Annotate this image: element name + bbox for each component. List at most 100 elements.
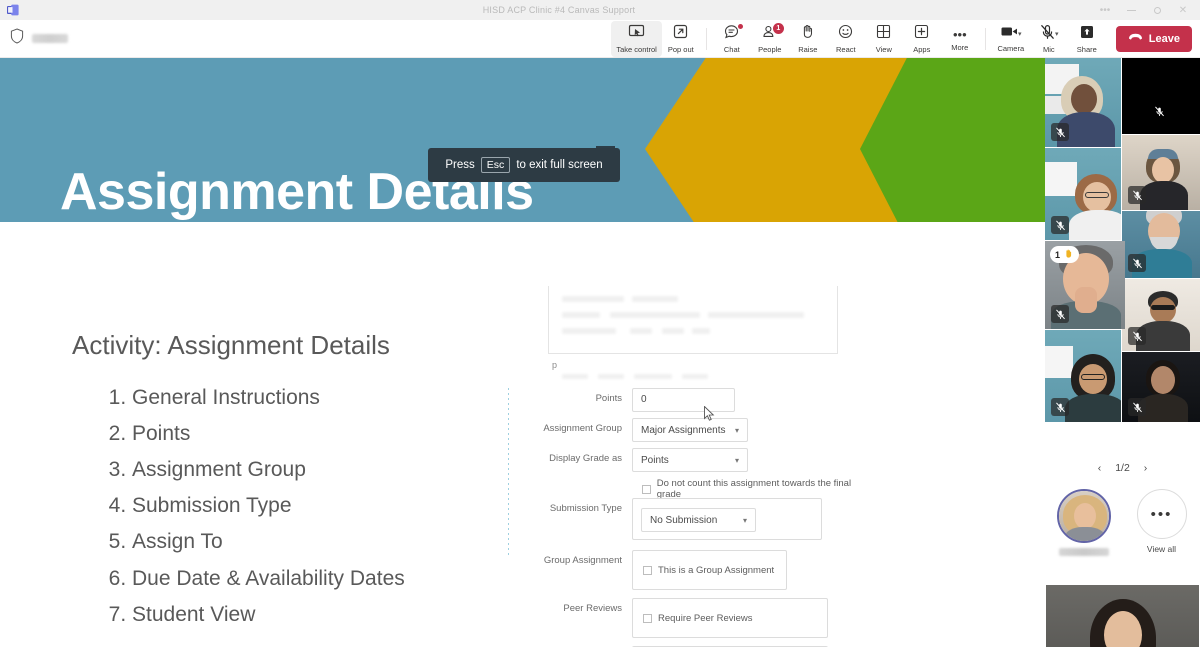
spotlight-video-tile[interactable]: [1046, 585, 1199, 647]
window-maximize-button[interactable]: [1144, 0, 1170, 20]
hand-order-number: 1: [1055, 249, 1061, 260]
exit-fullscreen-prefix: Press: [445, 159, 475, 171]
dotted-divider: [508, 388, 509, 556]
exit-fullscreen-suffix: to exit full screen: [516, 159, 603, 171]
group-assignment-checkbox[interactable]: This is a Group Assignment: [643, 565, 774, 576]
roster-participant[interactable]: [1053, 489, 1115, 556]
avatar[interactable]: [1056, 489, 1111, 543]
chevron-down-icon: ▾: [734, 425, 739, 435]
checkbox-icon[interactable]: [643, 613, 652, 623]
video-tile-participant-7[interactable]: [1122, 279, 1200, 351]
meeting-command-bar: Take control Pop out Chat 1 People Raise…: [0, 20, 1200, 58]
checkbox-icon[interactable]: [642, 484, 651, 494]
submission-type-select[interactable]: No Submission ▾: [641, 508, 756, 532]
display-grade-label: Display Grade as: [549, 453, 622, 464]
mic-muted-icon: [1128, 327, 1146, 345]
window-close-button[interactable]: ✕: [1170, 0, 1196, 20]
mic-chevron-down-icon[interactable]: ▾: [1055, 30, 1059, 38]
command-bar-left: [0, 28, 300, 49]
display-grade-select[interactable]: Points ▾: [632, 448, 748, 472]
assignment-group-select[interactable]: Major Assignments ▾: [632, 418, 748, 442]
list-item: Assignment Group: [132, 452, 526, 488]
peer-reviews-checkbox[interactable]: Require Peer Reviews: [643, 613, 753, 624]
ghost-text: [562, 374, 588, 379]
group-assignment-field-row: Group Assignment This is a Group Assignm…: [540, 550, 787, 590]
window-more-button[interactable]: •••: [1092, 0, 1118, 20]
roster-next-button[interactable]: ›: [1144, 462, 1148, 474]
video-tile-participant-5[interactable]: 1: [1045, 241, 1125, 329]
react-button[interactable]: React: [827, 21, 865, 57]
view-all-participants[interactable]: ••• View all: [1131, 489, 1193, 554]
more-button[interactable]: ••• More: [941, 21, 979, 57]
mic-muted-icon: [1051, 398, 1069, 416]
camera-icon: [1000, 24, 1019, 44]
pop-out-label: Pop out: [667, 45, 694, 55]
people-label: People: [758, 45, 782, 55]
list-item: General Instructions: [132, 380, 526, 416]
video-tile-participant-1[interactable]: [1045, 58, 1121, 147]
share-label: Share: [1076, 44, 1097, 54]
mic-muted-icon: [1051, 123, 1069, 141]
apps-icon: [913, 23, 930, 45]
mic-muted-icon: [1051, 305, 1069, 323]
apps-button[interactable]: Apps: [903, 21, 941, 57]
list-item: Due Date & Availability Dates: [132, 561, 526, 597]
pop-out-button[interactable]: Pop out: [662, 21, 700, 57]
esc-key-badge: Esc: [480, 156, 511, 174]
points-input[interactable]: 0: [632, 388, 735, 412]
roster-pagination[interactable]: ‹ 1/2 ›: [1045, 457, 1200, 479]
window-minimize-button[interactable]: [1118, 0, 1144, 20]
ellipsis-icon[interactable]: •••: [1136, 489, 1187, 539]
exit-fullscreen-banner: Press Esc to exit full screen: [428, 148, 620, 182]
react-label: React: [836, 45, 856, 55]
mic-muted-icon: [1128, 254, 1146, 272]
chat-button[interactable]: Chat: [713, 21, 751, 57]
ghost-text: [708, 312, 804, 318]
video-tile-participant-9[interactable]: [1122, 352, 1200, 422]
submission-type-field-row: Submission Type No Submission ▾: [540, 498, 822, 540]
list-item: Submission Type: [132, 488, 526, 524]
group-assignment-label: Group Assignment: [543, 555, 622, 566]
video-tile-participant-8[interactable]: [1045, 330, 1121, 422]
activity-heading: Activity: Assignment Details: [72, 330, 390, 360]
video-tile-participant-3[interactable]: [1045, 148, 1121, 240]
avatar-photo: [1058, 491, 1109, 541]
leave-button[interactable]: Leave: [1115, 25, 1192, 52]
mic-button[interactable]: ▾ Mic: [1030, 21, 1068, 57]
video-tile-participant-6[interactable]: [1122, 211, 1200, 278]
chevron-down-icon: ▾: [742, 515, 747, 525]
view-all-label: View all: [1146, 544, 1177, 554]
ghost-text: [634, 374, 672, 379]
command-bar-divider-1: [705, 27, 707, 50]
video-tile-grid: 1: [1045, 58, 1200, 456]
checkbox-icon[interactable]: [643, 565, 652, 575]
participants-rail: 1 ‹ 1/2 › ••• View all: [1045, 58, 1200, 647]
do-not-count-checkbox[interactable]: Do not count this assignment towards the…: [642, 478, 870, 500]
video-tile-participant-2[interactable]: [1122, 58, 1200, 134]
mic-muted-icon: [1039, 24, 1056, 45]
pop-out-icon: [672, 23, 689, 45]
camera-chevron-down-icon[interactable]: ▾: [1018, 30, 1022, 38]
list-item: Points: [132, 416, 526, 452]
shared-content-stage[interactable]: Assignment Details Press Esc to exit ful…: [0, 58, 1045, 647]
do-not-count-row: Do not count this assignment towards the…: [642, 478, 870, 500]
do-not-count-label: Do not count this assignment towards the…: [656, 478, 852, 500]
raise-hand-button[interactable]: Raise: [789, 21, 827, 57]
roster-overflow-row: ••• View all: [1045, 483, 1200, 581]
view-button[interactable]: View: [865, 21, 903, 57]
roster-prev-button[interactable]: ‹: [1098, 462, 1102, 474]
mic-muted-icon: [1150, 102, 1168, 120]
take-control-button[interactable]: Take control: [611, 20, 662, 57]
view-label: View: [875, 45, 892, 55]
raise-hand-icon: [1063, 248, 1074, 261]
ghost-text: [630, 328, 652, 334]
chat-label: Chat: [723, 45, 740, 55]
submission-type-box: No Submission ▾: [632, 498, 822, 540]
camera-button[interactable]: ▾ Camera: [992, 21, 1030, 57]
video-tile-participant-4[interactable]: [1122, 135, 1200, 210]
teams-meeting-window: HISD ACP Clinic #4 Canvas Support ••• ✕: [0, 0, 1200, 647]
mic-muted-icon: [1128, 186, 1146, 204]
people-button[interactable]: 1 People: [751, 21, 789, 57]
share-button[interactable]: Share: [1068, 21, 1106, 57]
peer-reviews-checkbox-label: Require Peer Reviews: [658, 612, 753, 624]
